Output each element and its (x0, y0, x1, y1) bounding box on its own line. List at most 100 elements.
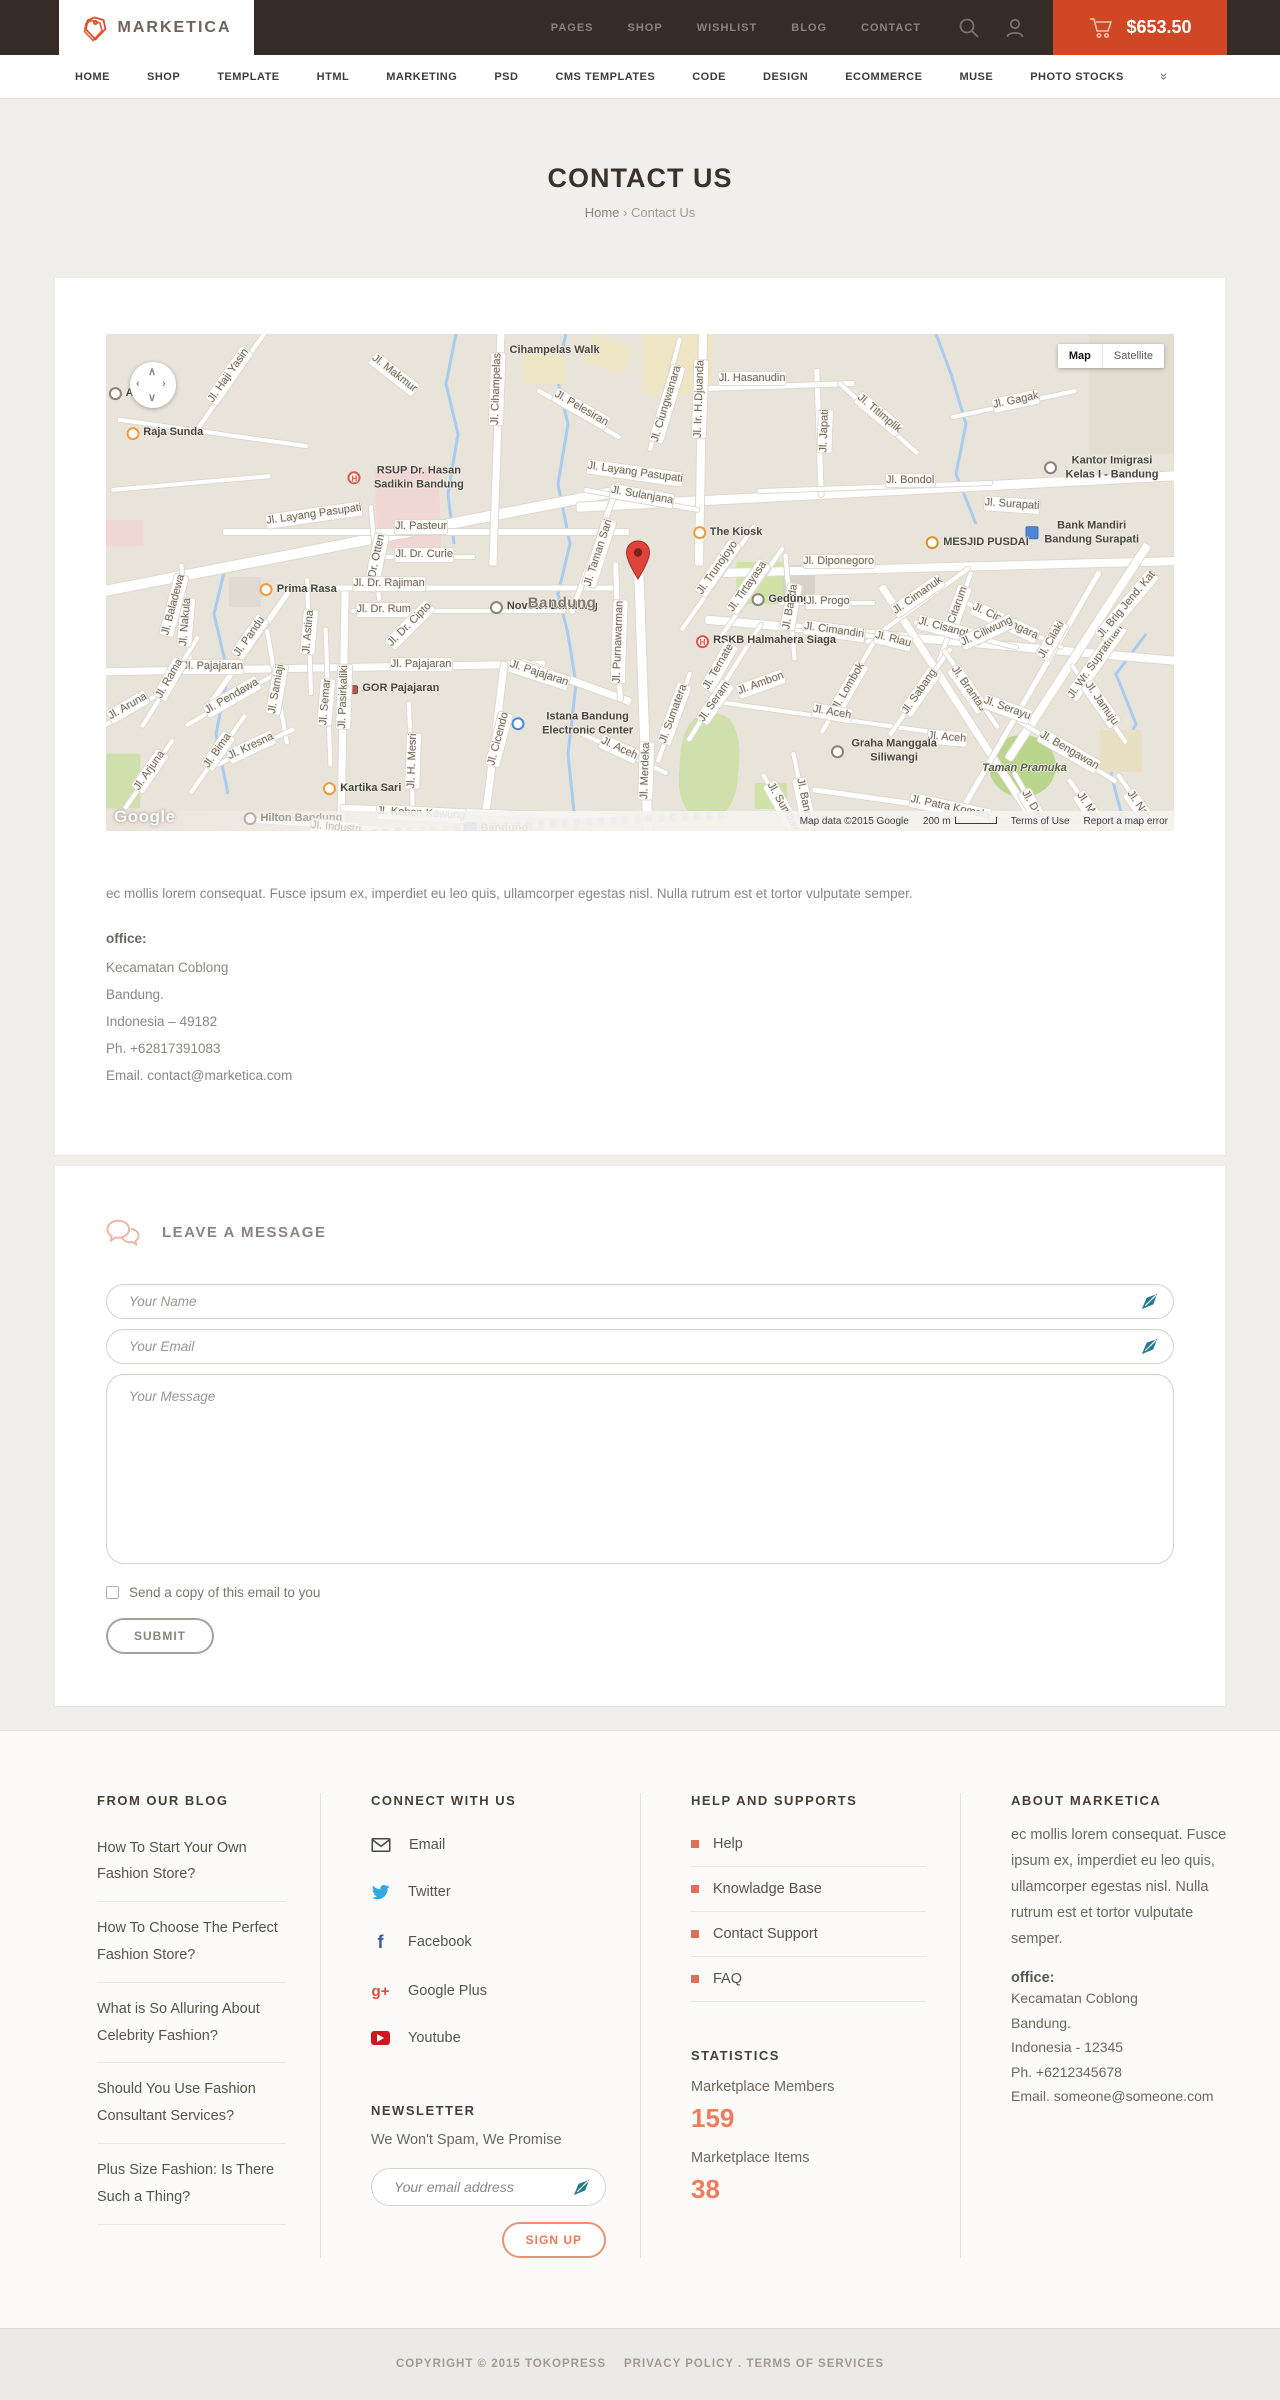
statistics-title: STATISTICS (691, 2047, 780, 2063)
search-icon[interactable] (957, 16, 981, 40)
main-nav: HOME SHOP TEMPLATE HTML MARKETING PSD CM… (0, 55, 1280, 99)
footer-about-title: ABOUT MARKETICA (1011, 1792, 1162, 1808)
office-line: Ph. +62817391083 (106, 1040, 221, 1056)
message-textarea[interactable] (106, 1373, 1174, 1564)
map-label: Taman Pramuka (982, 762, 1067, 774)
social-youtube-link[interactable]: Youtube (371, 2015, 606, 2061)
pan-down-icon[interactable]: ∨ (148, 391, 156, 404)
map-label: GOR Pajajaran (349, 682, 439, 696)
cart-button[interactable]: $653.50 (1053, 0, 1227, 55)
name-input[interactable] (106, 1283, 1174, 1319)
google-map[interactable]: Cihampelas Walk Jl. Hasanudin Jl. Ir. H.Dj… (106, 334, 1174, 831)
stat-members-label: Marketplace Members (691, 2078, 835, 2095)
footer-connect-title: CONNECT WITH US (371, 1792, 517, 1808)
map-button[interactable]: Map (1057, 344, 1102, 368)
map-label: Graha Manggala Siliwangi (830, 738, 941, 766)
top-nav-shop[interactable]: SHOP (628, 22, 663, 34)
breadcrumb-home[interactable]: Home (585, 205, 620, 220)
about-line: Ph. +6212345678 (1011, 2063, 1122, 2080)
main-nav-muse[interactable]: MUSE (959, 71, 993, 83)
map-label: Cihampelas Walk (509, 344, 600, 357)
hotel-icon (489, 600, 503, 614)
pen-icon (1141, 1338, 1158, 1355)
chevron-down-icon[interactable]: » (1157, 73, 1172, 80)
footer-connect-column: CONNECT WITH US Email Twitter f Facebook… (320, 1792, 640, 2258)
main-nav-html[interactable]: HTML (317, 71, 350, 83)
pan-up-icon[interactable]: ∧ (148, 365, 156, 378)
google-plus-icon: g+ (371, 1982, 390, 2000)
main-nav-code[interactable]: CODE (692, 71, 726, 83)
help-link[interactable]: Help (691, 1822, 926, 1867)
about-line: Kecamatan Coblong (1011, 1990, 1138, 2007)
hospital-icon: H (347, 471, 361, 485)
main-nav-marketing[interactable]: MARKETING (386, 71, 457, 83)
help-link[interactable]: FAQ (691, 1957, 926, 2002)
blog-link[interactable]: How To Start Your Own Fashion Store? (97, 1822, 286, 1903)
user-icon[interactable] (1003, 16, 1027, 40)
youtube-icon (371, 2030, 390, 2045)
newsletter-email-input[interactable] (371, 2167, 606, 2206)
top-nav-pages[interactable]: PAGES (551, 22, 594, 34)
copyright-links[interactable]: PRIVACY POLICY . TERMS OF SERVICES (624, 2358, 884, 2370)
copyright-bar: COPYRIGHT © 2015 TOKOPRESS PRIVACY POLIC… (0, 2327, 1280, 2400)
map-label: Prima Rasa (259, 583, 337, 597)
social-googleplus-link[interactable]: g+ Google Plus (371, 1968, 606, 2015)
main-nav-cms-templates[interactable]: CMS TEMPLATES (555, 71, 655, 83)
blog-link[interactable]: Plus Size Fashion: Is There Such a Thing… (97, 2144, 286, 2225)
help-link[interactable]: Contact Support (691, 1912, 926, 1957)
map-label: Jl. Pajajaran (390, 657, 452, 672)
main-nav-photo-stocks[interactable]: PHOTO STOCKS (1030, 71, 1124, 83)
contact-intro-text: ec mollis lorem consequat. Fusce ipsum e… (106, 886, 913, 901)
footer-blog-column: FROM OUR BLOG How To Start Your Own Fash… (0, 1793, 320, 2258)
report-map-error-link[interactable]: Report a map error (1084, 816, 1168, 827)
map-label: Jl. H. Mesri (404, 733, 421, 790)
message-form-card: LEAVE A MESSAGE Send a copy of this emai… (55, 1165, 1225, 1706)
blog-link[interactable]: Should You Use Fashion Consultant Servic… (97, 2063, 286, 2145)
about-text: ec mollis lorem consequat. Fusce ipsum e… (1011, 1826, 1227, 1947)
footer-about-column: ABOUT MARKETICA ec mollis lorem consequa… (960, 1792, 1280, 2258)
top-nav-wishlist[interactable]: WISHLIST (697, 22, 758, 34)
contact-card: Cihampelas Walk Jl. Hasanudin Jl. Ir. H.Dj… (55, 278, 1225, 1155)
satellite-button[interactable]: Satellite (1101, 344, 1164, 368)
blog-link[interactable]: How To Choose The Perfect Fashion Store? (97, 1902, 286, 1983)
map-label: Jl. Japati (817, 408, 833, 453)
top-nav-blog[interactable]: BLOG (791, 22, 827, 34)
social-twitter-link[interactable]: Twitter (371, 1868, 606, 1917)
help-link[interactable]: Knowladge Base (691, 1867, 926, 1912)
main-nav-shop[interactable]: SHOP (147, 71, 180, 83)
social-email-link[interactable]: Email (371, 1822, 606, 1868)
logo[interactable]: MARKETICA (59, 0, 254, 55)
cart-total: $653.50 (1126, 17, 1192, 37)
main-nav-home[interactable]: HOME (75, 71, 110, 83)
email-input[interactable] (106, 1328, 1174, 1364)
map-label: H RSUP Dr. Hasan Sadikin Bandung (347, 464, 473, 492)
map-marker-icon[interactable] (625, 540, 651, 580)
main-nav-design[interactable]: DESIGN (763, 71, 808, 83)
chat-bubbles-icon (106, 1218, 140, 1248)
hospital-icon: H (696, 634, 710, 648)
top-nav-contact[interactable]: CONTACT (861, 22, 921, 34)
main-nav-template[interactable]: TEMPLATE (217, 71, 279, 83)
footer: FROM OUR BLOG How To Start Your Own Fash… (0, 1729, 1280, 2328)
pen-icon (573, 2179, 590, 2196)
social-facebook-link[interactable]: f Facebook (371, 1917, 606, 1968)
office-line: Indonesia – 49182 (106, 1013, 218, 1029)
blog-link[interactable]: What is So Alluring About Celebrity Fash… (97, 1983, 286, 2064)
newsletter-field-wrap (371, 2167, 606, 2206)
main-nav-ecommerce[interactable]: ECOMMERCE (845, 71, 922, 83)
name-field-wrap (106, 1283, 1174, 1319)
submit-button[interactable]: SUBMIT (106, 1617, 214, 1654)
bullet-icon (691, 1884, 699, 1893)
pan-right-icon[interactable]: › (162, 378, 166, 390)
map-label: Kartika Sari (323, 782, 401, 796)
send-copy-checkbox[interactable] (106, 1585, 119, 1599)
office-line: Kecamatan Coblong (106, 959, 229, 975)
pan-left-icon[interactable]: ‹ (136, 378, 140, 390)
main-nav-psd[interactable]: PSD (494, 71, 518, 83)
terms-of-use-link[interactable]: Terms of Use (1011, 816, 1070, 827)
twitter-icon (371, 1883, 390, 1902)
map-pan-control[interactable]: ∧ ∨ ‹ › (130, 362, 176, 408)
scale-bar (954, 816, 997, 824)
signup-button[interactable]: SIGN UP (501, 2221, 606, 2258)
send-copy-checkbox-row[interactable]: Send a copy of this email to you (106, 1585, 1174, 1600)
